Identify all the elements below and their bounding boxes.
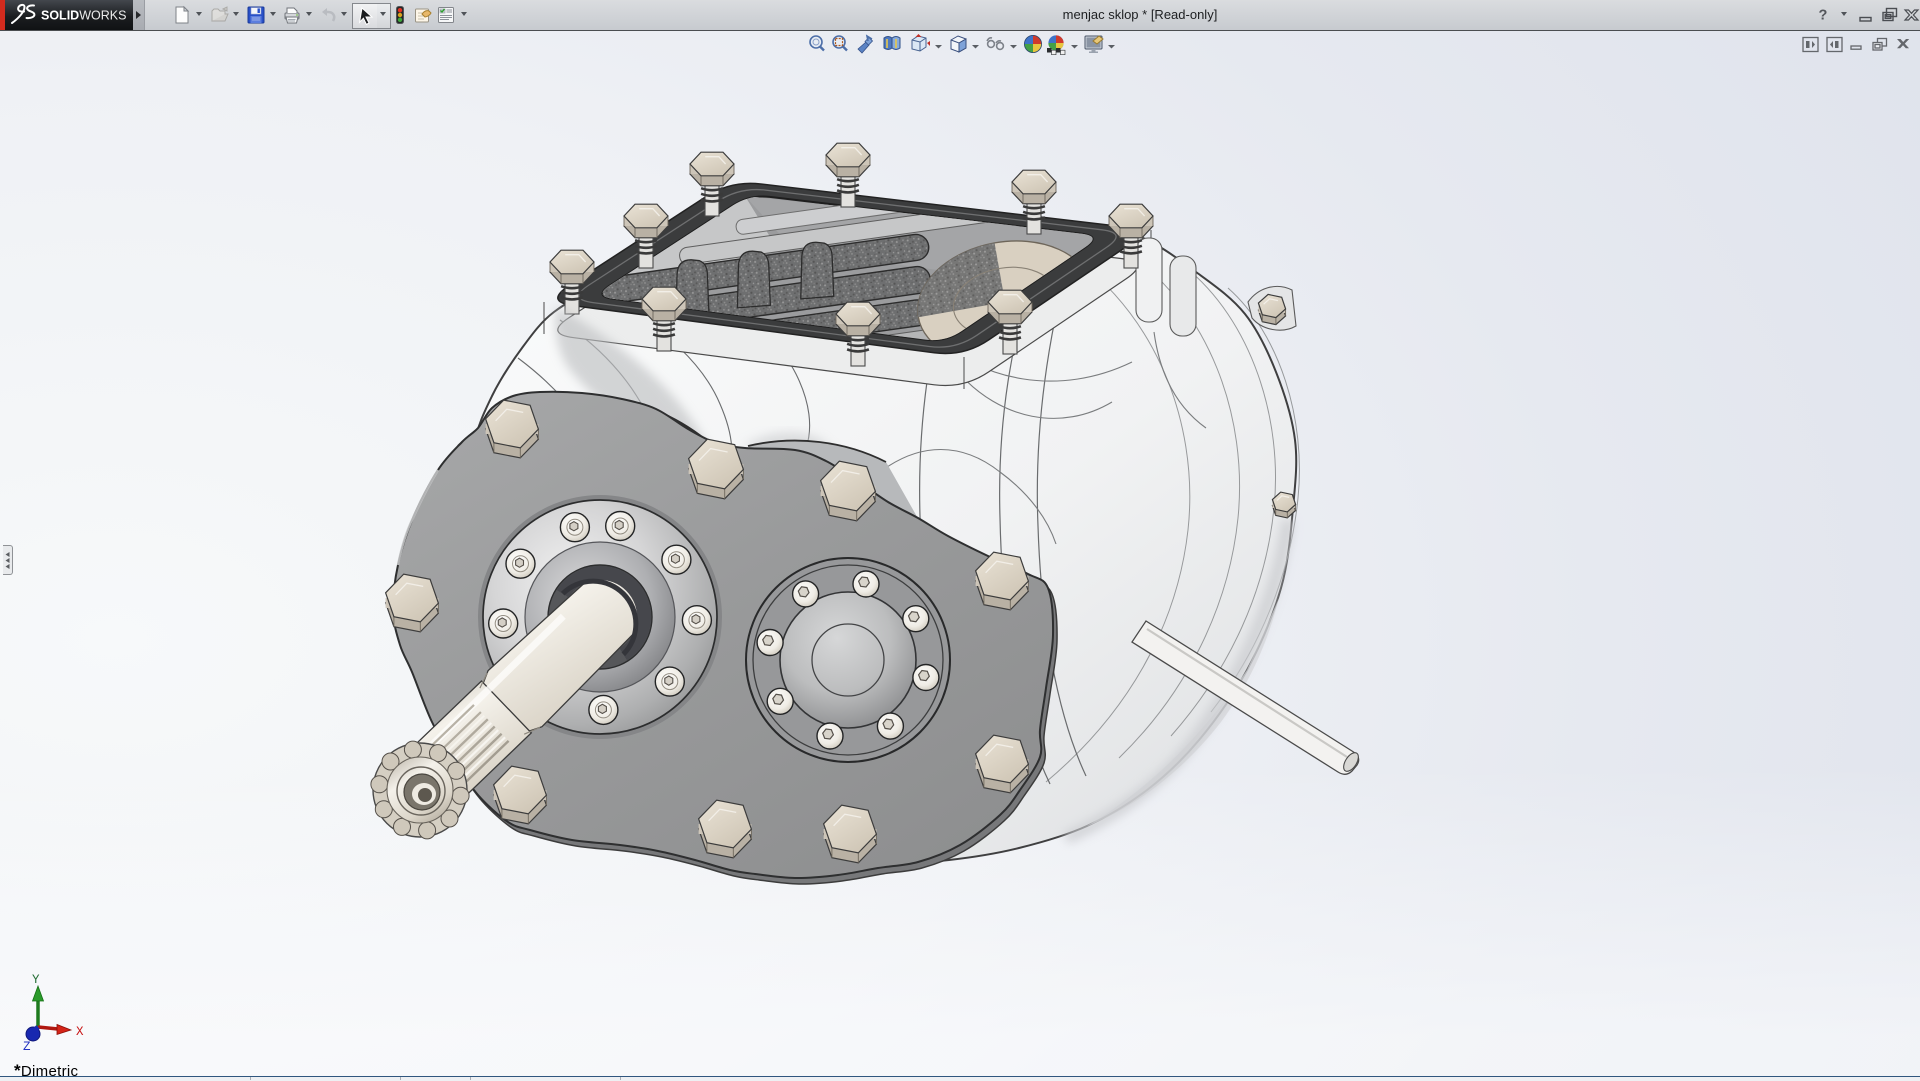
svg-text:?: ?	[1819, 7, 1828, 23]
svg-text:Y: Y	[32, 973, 40, 987]
svg-text:X: X	[76, 1025, 84, 1039]
svg-text:Z: Z	[23, 1040, 31, 1054]
